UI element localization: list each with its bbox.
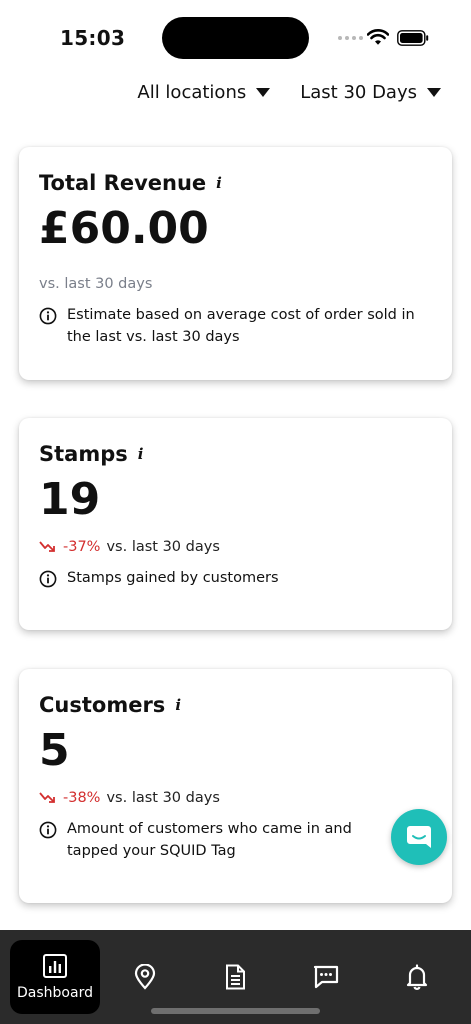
- info-circle-icon: [39, 570, 57, 588]
- bell-icon: [406, 964, 428, 990]
- nav-messages[interactable]: [305, 940, 347, 1014]
- customers-card: Customers i 5 -38% vs. last 30 days Amou…: [19, 669, 452, 903]
- status-time: 15:03: [60, 26, 126, 50]
- card-title: Total Revenue: [39, 171, 207, 195]
- info-icon[interactable]: i: [138, 445, 144, 463]
- delta-value: -38%: [63, 789, 101, 806]
- card-value: £60.00: [39, 203, 209, 254]
- info-circle-icon: [39, 821, 57, 839]
- dashboard-screen: 15:03 All locations Last 30 Days Total R…: [0, 0, 471, 1024]
- dynamic-island: [162, 17, 309, 59]
- location-filter-label: All locations: [137, 82, 247, 103]
- document-icon: [226, 964, 245, 990]
- cellular-signal-icon: [338, 36, 363, 40]
- period-filter-label: Last 30 Days: [300, 82, 417, 103]
- wifi-icon: [367, 29, 389, 45]
- comparison-text: vs. last 30 days: [106, 789, 220, 806]
- chat-support-button[interactable]: [391, 809, 447, 865]
- home-indicator: [151, 1008, 320, 1014]
- card-value: 19: [39, 474, 101, 525]
- nav-notifications[interactable]: [396, 940, 438, 1014]
- location-filter-dropdown[interactable]: All locations: [137, 82, 271, 103]
- period-filter-dropdown[interactable]: Last 30 Days: [300, 82, 441, 103]
- info-icon[interactable]: i: [175, 696, 181, 714]
- stamps-card: Stamps i 19 -37% vs. last 30 days Stamps…: [19, 418, 452, 630]
- nav-reports[interactable]: [214, 940, 256, 1014]
- caret-down-icon: [256, 88, 271, 97]
- location-pin-icon: [134, 964, 156, 990]
- message-icon: [313, 965, 339, 989]
- card-note: Stamps gained by customers: [67, 569, 279, 586]
- comparison-text: vs. last 30 days: [106, 538, 220, 555]
- status-bar: 15:03: [0, 0, 471, 70]
- card-title: Stamps: [39, 442, 128, 466]
- card-value: 5: [39, 725, 70, 776]
- info-circle-icon: [39, 307, 57, 325]
- info-icon[interactable]: i: [216, 174, 222, 192]
- comparison-text: vs. last 30 days: [39, 275, 153, 292]
- card-note: Amount of customers who came in and tapp…: [67, 820, 352, 860]
- delta-value: -37%: [63, 538, 101, 555]
- trend-down-icon: [39, 792, 55, 803]
- nav-dashboard-label: Dashboard: [17, 985, 93, 1001]
- filter-row: All locations Last 30 Days: [137, 82, 441, 103]
- caret-down-icon: [427, 88, 441, 97]
- bar-chart-icon: [43, 954, 67, 978]
- card-note: Estimate based on average cost of order …: [67, 306, 415, 346]
- card-title: Customers: [39, 693, 166, 717]
- nav-dashboard[interactable]: Dashboard: [10, 940, 100, 1014]
- chat-bubble-icon: [407, 826, 431, 848]
- trend-down-icon: [39, 541, 55, 552]
- nav-locations[interactable]: [125, 940, 165, 1014]
- battery-icon: [397, 30, 429, 46]
- total-revenue-card: Total Revenue i £60.00 vs. last 30 days …: [19, 147, 452, 380]
